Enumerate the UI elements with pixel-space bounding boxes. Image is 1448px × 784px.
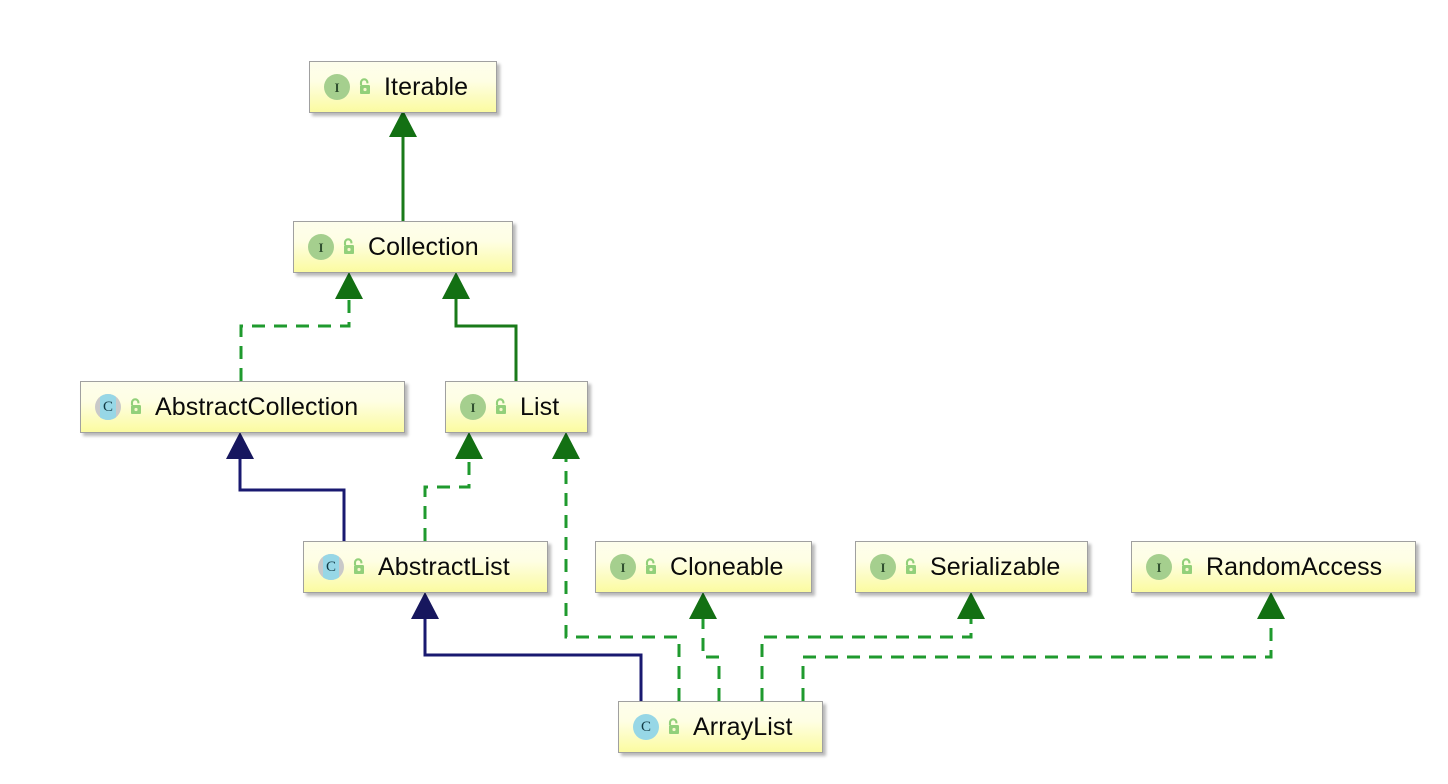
uml-node-label: List (520, 392, 560, 421)
uml-class-diagram: I Iterable I Collection C AbstractCollec… (0, 0, 1448, 784)
interface-icon: I (1146, 554, 1172, 580)
edge-collection-extends-iterable (389, 110, 417, 221)
interface-marker: I (334, 79, 340, 95)
uml-node-label: RandomAccess (1206, 552, 1383, 581)
uml-node-label: Cloneable (670, 552, 784, 581)
abstract-class-icon: C (95, 394, 121, 420)
uml-node-abstractcollection[interactable]: C AbstractCollection (80, 381, 405, 433)
open-lock-icon (130, 398, 141, 414)
class-icon: C (633, 714, 659, 740)
uml-node-arraylist[interactable]: C ArrayList (618, 701, 823, 753)
abstract-class-icon: C (318, 554, 344, 580)
interface-marker: I (880, 559, 886, 575)
edge-abstractlist-implements-list (423, 432, 483, 541)
uml-node-label: ArrayList (693, 712, 793, 741)
edge-arraylist-implements-randomaccess (801, 592, 1285, 701)
uml-node-label: Iterable (384, 72, 469, 101)
open-lock-icon (353, 558, 364, 574)
uml-node-list[interactable]: I List (445, 381, 588, 433)
interface-marker: I (470, 399, 476, 415)
uml-node-label: Serializable (930, 552, 1061, 581)
class-marker: C (325, 558, 336, 575)
class-marker: C (102, 398, 113, 415)
uml-node-abstractlist[interactable]: C AbstractList (303, 541, 548, 593)
open-lock-icon (343, 238, 354, 254)
edge-arraylist-implements-serializable (760, 592, 985, 701)
uml-node-label: AbstractCollection (155, 392, 359, 421)
diagram-title: Java ArrayList type hierarchy (0, 0, 1, 1)
uml-node-randomaccess[interactable]: I RandomAccess (1131, 541, 1416, 593)
uml-node-collection[interactable]: I Collection (293, 221, 513, 273)
open-lock-icon (1181, 558, 1192, 574)
uml-node-cloneable[interactable]: I Cloneable (595, 541, 812, 593)
interface-marker: I (318, 239, 324, 255)
edge-list-extends-collection (442, 272, 518, 381)
edge-arraylist-extends-abstractlist (411, 592, 643, 701)
interface-icon: I (324, 74, 350, 100)
interface-marker: I (1156, 559, 1162, 575)
class-marker: C (640, 718, 651, 735)
uml-node-label: AbstractList (378, 552, 510, 581)
open-lock-icon (359, 78, 370, 94)
uml-node-serializable[interactable]: I Serializable (855, 541, 1088, 593)
open-lock-icon (645, 558, 656, 574)
interface-icon: I (308, 234, 334, 260)
edge-arraylist-implements-cloneable (689, 592, 721, 701)
uml-node-label: Collection (368, 232, 479, 261)
uml-node-iterable[interactable]: I Iterable (309, 61, 497, 113)
interface-icon: I (610, 554, 636, 580)
interface-icon: I (870, 554, 896, 580)
edge-abstractlist-extends-abstractcollection (226, 432, 346, 541)
open-lock-icon (905, 558, 916, 574)
open-lock-icon (668, 718, 679, 734)
interface-marker: I (620, 559, 626, 575)
interface-icon: I (460, 394, 486, 420)
edge-abstractcollection-implements-collection (239, 272, 363, 381)
open-lock-icon (495, 398, 506, 414)
